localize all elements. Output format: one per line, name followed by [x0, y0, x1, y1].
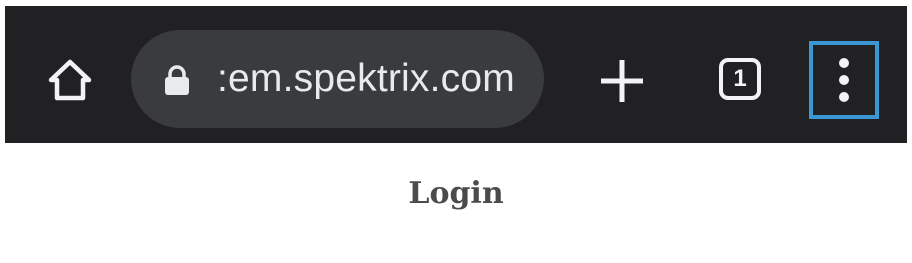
plus-icon[interactable]	[595, 54, 649, 108]
address-bar[interactable]: :em.spektrix.com	[131, 30, 544, 128]
page-title: Login	[408, 176, 504, 211]
more-vertical-icon	[839, 58, 849, 102]
screen: :em.spektrix.com 1 Login	[0, 0, 912, 263]
tab-count: 1	[733, 65, 747, 92]
url-text[interactable]: :em.spektrix.com	[217, 30, 515, 128]
menu-dot	[839, 75, 849, 85]
browser-toolbar: :em.spektrix.com 1	[5, 6, 907, 143]
home-icon	[48, 59, 92, 101]
menu-dot	[839, 92, 849, 102]
menu-button[interactable]	[809, 41, 879, 119]
home-button[interactable]	[43, 52, 97, 106]
lock-icon	[165, 65, 189, 95]
page-content: Login	[0, 143, 912, 263]
tab-switcher-button[interactable]: 1	[719, 58, 761, 100]
menu-dot	[839, 58, 849, 68]
